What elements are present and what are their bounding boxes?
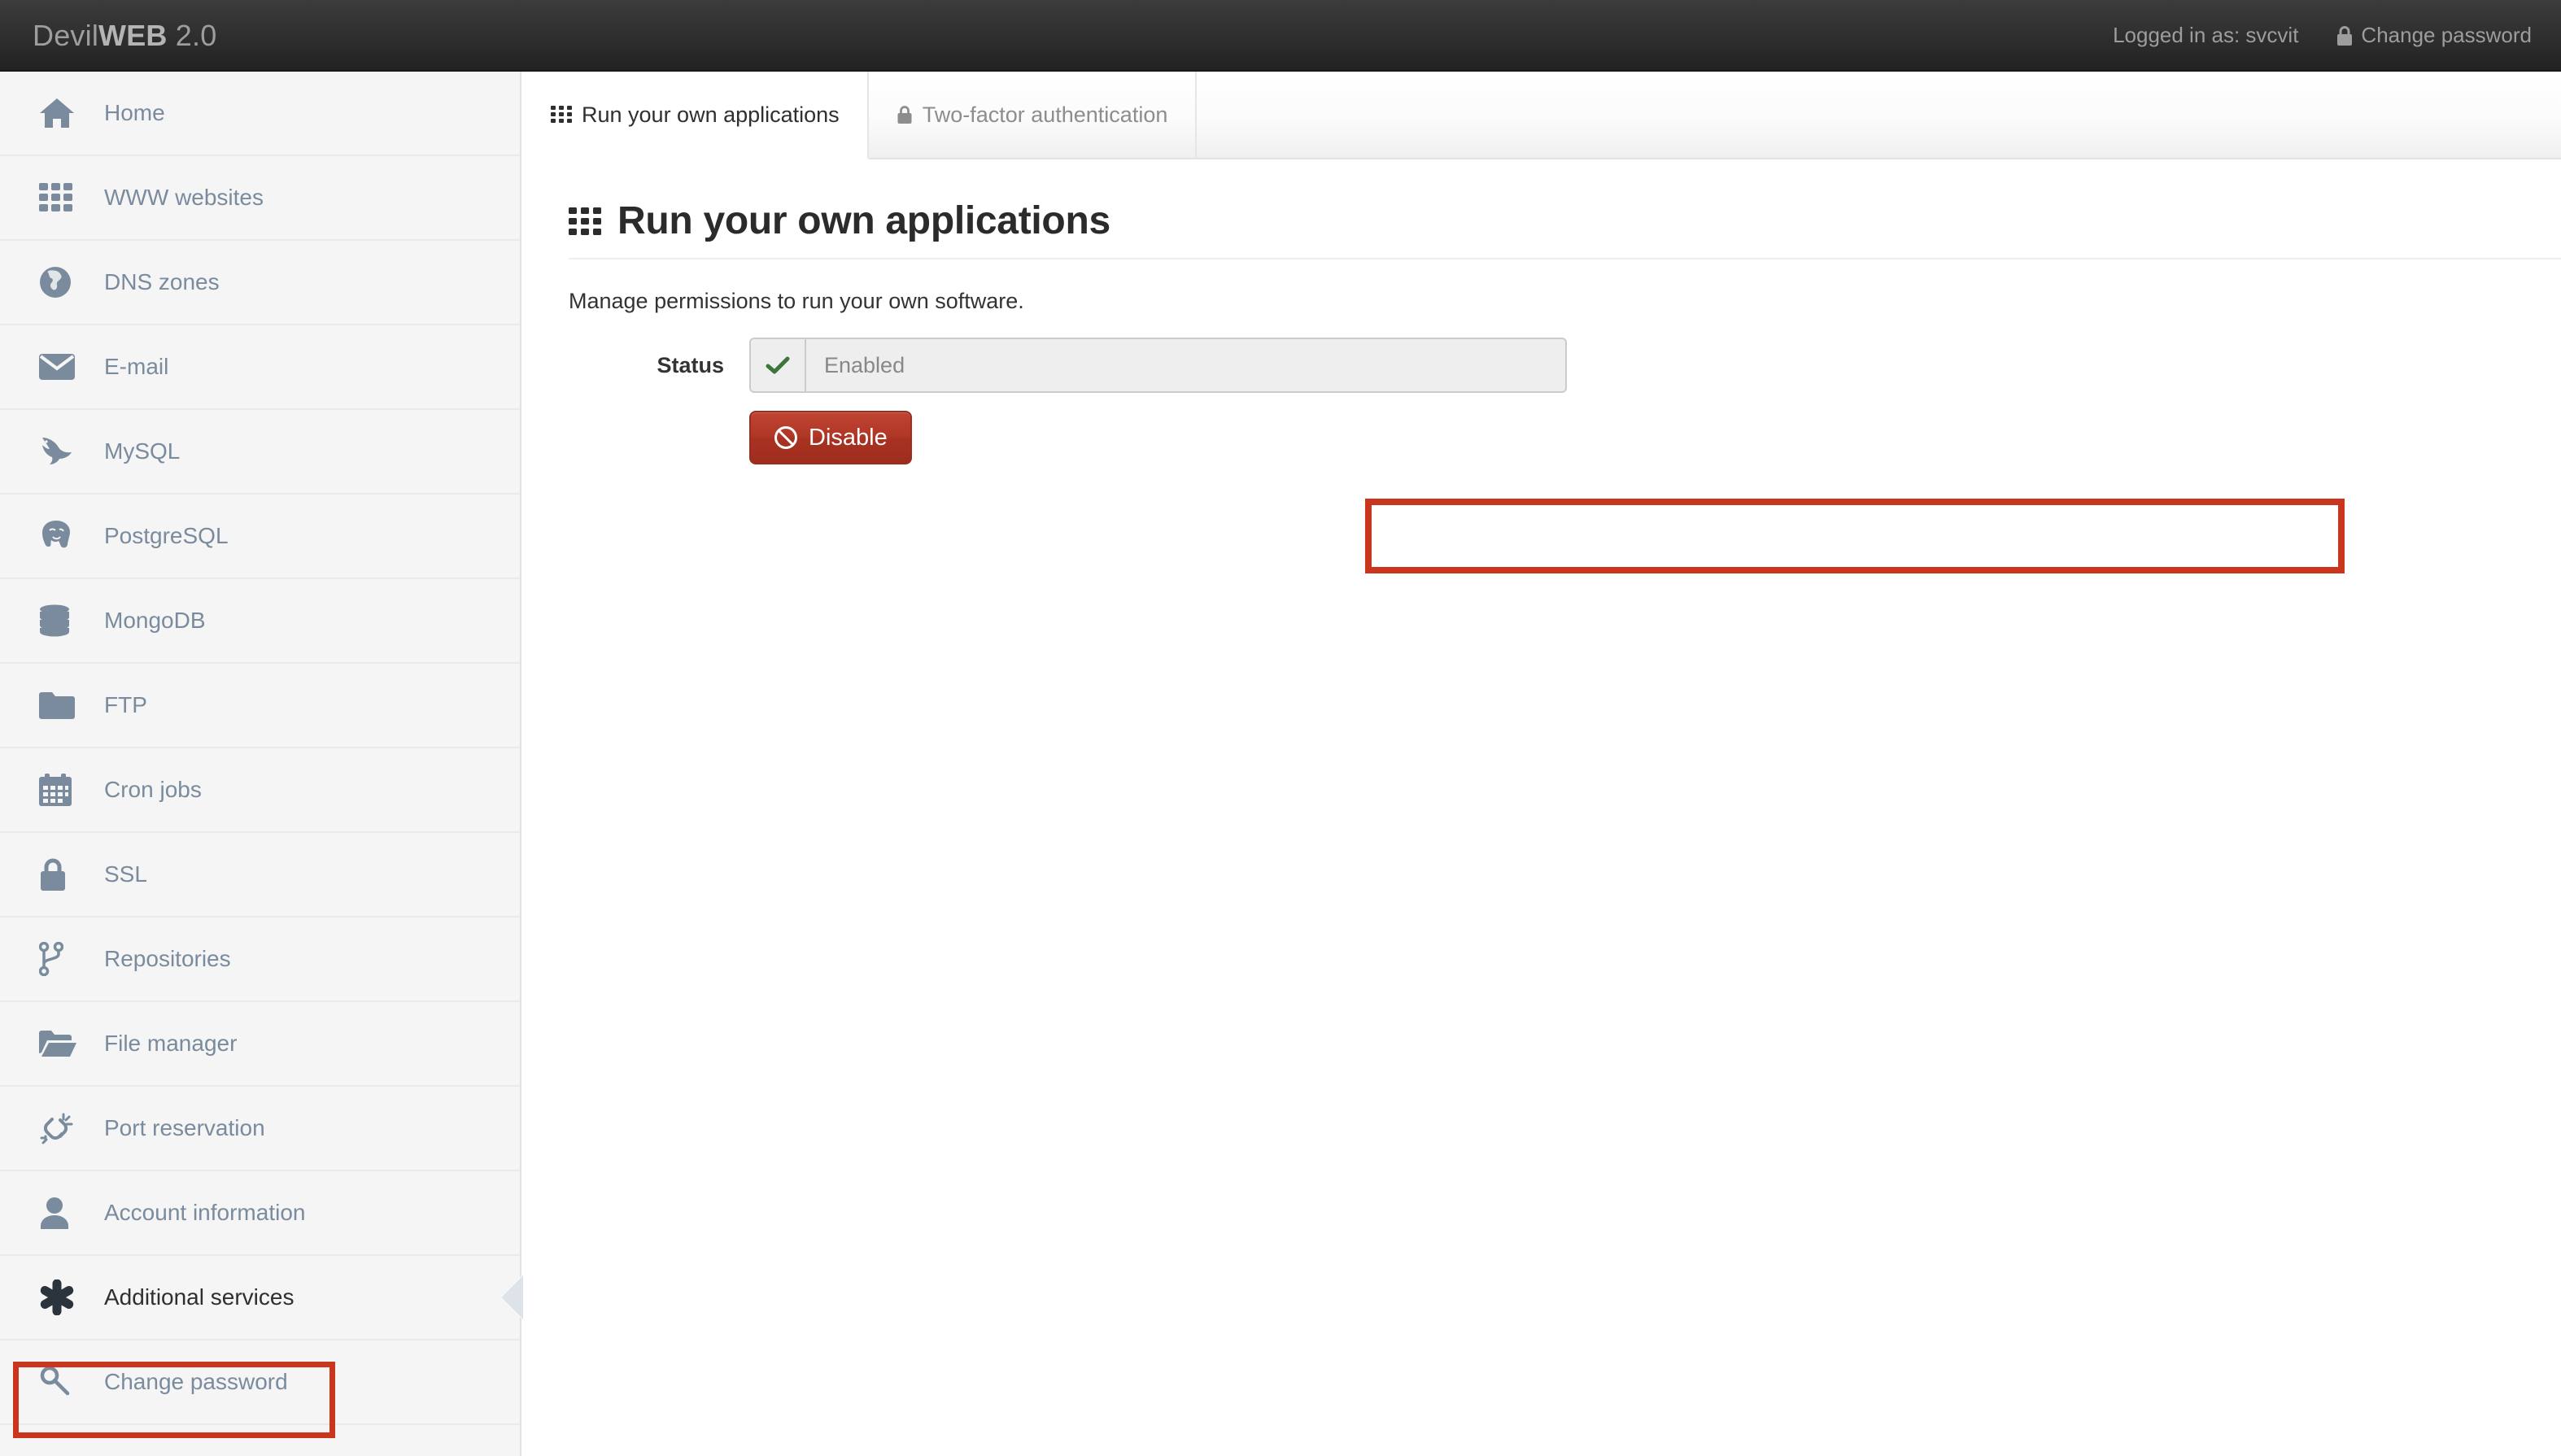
sidebar-item-dns-zones[interactable]: DNS zones (0, 241, 520, 325)
top-navbar: DevilWEB 2.0 Logged in as: svcvit Change… (0, 0, 2561, 72)
brand-name-strong: WEB (98, 19, 168, 52)
sidebar-item-mongodb[interactable]: MongoDB (0, 579, 520, 664)
status-form-row: Status (569, 332, 2561, 399)
action-row: Disable (569, 411, 2561, 464)
grid-icon (569, 207, 601, 235)
brand-version: 2.0 (168, 19, 217, 52)
sidebar-item-label: MongoDB (104, 608, 206, 634)
padlock-icon (39, 857, 83, 891)
sidebar-item-label: FTP (104, 692, 147, 718)
sidebar-item-change-password[interactable]: Change password (0, 1340, 520, 1425)
brand-name-first: Devil (33, 19, 98, 52)
page-content: Run your own applications Manage permiss… (523, 159, 2561, 464)
dolphin-icon (39, 436, 83, 467)
sidebar-item-label: DNS zones (104, 269, 220, 295)
folder-open-icon (39, 1030, 83, 1057)
status-label: Status (569, 353, 749, 378)
tab-bar: Run your own applications Two-factor aut… (523, 72, 2561, 159)
home-icon (39, 97, 83, 129)
grid-icon (551, 106, 572, 124)
sidebar-item-label: Repositories (104, 946, 231, 972)
folder-icon (39, 691, 83, 719)
status-input-group (749, 338, 1567, 393)
asterisk-icon (39, 1279, 83, 1315)
sidebar-item-label: Account information (104, 1200, 305, 1226)
disable-button-label: Disable (809, 425, 888, 451)
status-highlight-box (1365, 499, 2345, 573)
lock-icon (897, 105, 913, 124)
ban-icon (774, 425, 798, 450)
database-icon (39, 604, 83, 637)
sidebar-item-additional-services[interactable]: Additional services (0, 1256, 520, 1340)
sidebar-item-port-reservation[interactable]: Port reservation (0, 1087, 520, 1171)
key-icon (39, 1365, 83, 1399)
tab-label: Run your own applications (582, 102, 840, 128)
page-title: Run your own applications (569, 198, 2561, 243)
sidebar-item-label: PostgreSQL (104, 523, 229, 549)
main-panel: Run your own applications Two-factor aut… (523, 72, 2561, 1456)
sidebar-item-postgresql[interactable]: PostgreSQL (0, 495, 520, 579)
change-password-link[interactable]: Change password (2336, 23, 2532, 48)
sidebar-item-label: Cron jobs (104, 777, 202, 803)
calendar-icon (39, 774, 83, 806)
sidebar-item-cron-jobs[interactable]: Cron jobs (0, 748, 520, 833)
lock-icon (2336, 25, 2354, 46)
sidebar-item-label: Port reservation (104, 1115, 265, 1141)
sidebar-item-account-information[interactable]: Account information (0, 1171, 520, 1256)
envelope-icon (39, 354, 83, 380)
tab-label: Two-factor authentication (923, 102, 1168, 128)
status-input[interactable] (805, 338, 1567, 393)
sidebar-item-mysql[interactable]: MySQL (0, 410, 520, 495)
sidebar-item-label: E-mail (104, 354, 168, 380)
sidebar-item-ssl[interactable]: SSL (0, 833, 520, 918)
sidebar-item-label: SSL (104, 861, 147, 887)
sidebar-item-label: Home (104, 100, 165, 126)
active-item-caret (500, 1276, 521, 1319)
check-icon (749, 338, 805, 393)
tab-run-your-own-applications[interactable]: Run your own applications (523, 72, 869, 159)
user-icon (39, 1197, 83, 1229)
page-description: Manage permissions to run your own softw… (569, 289, 2561, 314)
elephant-icon (39, 520, 83, 552)
sidebar-item-www-websites[interactable]: WWW websites (0, 156, 520, 241)
sidebar-item-repositories[interactable]: Repositories (0, 918, 520, 1002)
title-divider (569, 258, 2561, 259)
sidebar-item-email[interactable]: E-mail (0, 325, 520, 410)
sidebar-item-label: WWW websites (104, 185, 264, 211)
sidebar-item-home[interactable]: Home (0, 72, 520, 156)
page-layout: Home WWW websites DNS zones (0, 72, 2561, 1456)
logged-in-user: Logged in as: svcvit (2113, 23, 2298, 48)
page-title-text: Run your own applications (617, 198, 1110, 243)
sidebar-item-label: File manager (104, 1031, 237, 1057)
broken-link-icon (39, 1111, 83, 1145)
brand-logo[interactable]: DevilWEB 2.0 (33, 21, 216, 50)
sidebar-item-label: MySQL (104, 438, 180, 464)
change-password-label: Change password (2361, 23, 2532, 48)
sidebar-item-file-manager[interactable]: File manager (0, 1002, 520, 1087)
navbar-right-group: Logged in as: svcvit Change password (2113, 23, 2532, 48)
grid-icon (39, 183, 83, 212)
sidebar-nav: Home WWW websites DNS zones (0, 72, 521, 1456)
tab-two-factor-authentication[interactable]: Two-factor authentication (869, 72, 1198, 158)
sidebar-item-label: Change password (104, 1369, 288, 1395)
sidebar-item-ftp[interactable]: FTP (0, 664, 520, 748)
code-branch-icon (39, 942, 83, 976)
sidebar-item-label: Additional services (104, 1284, 294, 1310)
disable-button[interactable]: Disable (749, 411, 912, 464)
globe-icon (39, 266, 83, 299)
